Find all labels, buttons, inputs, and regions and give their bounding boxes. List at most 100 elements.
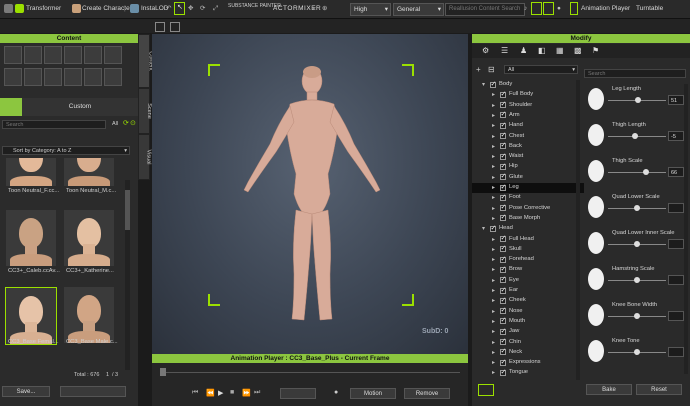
record-icon[interactable]: ● <box>557 3 561 15</box>
step-back-icon[interactable]: ⏪ <box>206 389 215 397</box>
slider-value-field[interactable] <box>668 239 684 249</box>
category-tile[interactable] <box>24 46 42 64</box>
play-icon[interactable]: ▶ <box>218 389 223 397</box>
slider-scrollbar[interactable] <box>684 84 688 374</box>
slider-thumb[interactable] <box>634 205 640 211</box>
content-thumbnail[interactable] <box>6 158 56 186</box>
morph-slider[interactable]: Hamstring Scale <box>584 264 684 300</box>
step-forward-icon[interactable]: ⏩ <box>242 389 251 397</box>
slider-thumb[interactable] <box>634 349 640 355</box>
slider-value-field[interactable] <box>668 347 684 357</box>
morph-slider[interactable]: Knee Tone <box>584 336 684 372</box>
skip-end-icon[interactable]: ⏭ <box>254 389 260 397</box>
attribute-tab-icon[interactable]: ⚙ <box>482 46 489 55</box>
view-icon[interactable] <box>155 22 165 32</box>
content-thumbnail-selected[interactable] <box>5 287 57 345</box>
timeline-playhead[interactable] <box>160 368 166 376</box>
bake-button[interactable]: Bake <box>586 384 632 395</box>
motion-tab-icon[interactable]: ⚑ <box>592 46 599 55</box>
category-tile[interactable] <box>44 68 62 86</box>
instalod-icon[interactable] <box>130 4 139 13</box>
slider-value-field[interactable] <box>668 311 684 321</box>
record-motion-icon[interactable]: ● <box>334 389 338 396</box>
select-icon[interactable] <box>4 4 13 13</box>
slider-track[interactable] <box>608 172 666 173</box>
morph-search-input[interactable]: Search <box>584 69 686 78</box>
content-search-input[interactable]: Search <box>2 120 106 129</box>
motion-button[interactable]: Motion <box>350 388 396 399</box>
remove-button[interactable]: Remove <box>404 388 450 399</box>
stop-icon[interactable]: ■ <box>230 389 234 396</box>
turntable-tab[interactable]: Turntable <box>636 3 663 15</box>
camera-icon[interactable]: ⌖ <box>312 3 316 15</box>
sliders-tab-icon[interactable]: ☰ <box>501 46 508 55</box>
layout-dropdown[interactable]: General ▾ <box>393 3 444 16</box>
morph-slider[interactable]: Thigh Scale 66 <box>584 156 684 192</box>
grid-icon[interactable] <box>170 22 180 32</box>
zoom-icon[interactable]: ⊕ <box>322 3 327 15</box>
instalod-button[interactable]: InstaLOD <box>141 3 168 15</box>
category-tile[interactable] <box>4 46 22 64</box>
category-tile[interactable] <box>104 46 122 64</box>
add-icon[interactable]: + <box>476 65 481 74</box>
material-tab-icon[interactable]: ◧ <box>538 46 546 55</box>
slider-value-field[interactable] <box>668 203 684 213</box>
preview-button[interactable] <box>543 2 554 15</box>
frame-field[interactable] <box>280 388 316 399</box>
category-tile[interactable] <box>24 68 42 86</box>
morph-slider[interactable]: Leg Length 51 <box>584 84 684 120</box>
category-tile[interactable] <box>44 46 62 64</box>
move-icon[interactable]: ✥ <box>188 3 193 15</box>
content-scrollbar[interactable] <box>125 180 130 370</box>
category-tile[interactable] <box>104 68 122 86</box>
slider-thumb[interactable] <box>634 241 640 247</box>
rotate-icon[interactable]: ⟳ <box>200 3 205 15</box>
secondary-button[interactable] <box>60 386 126 397</box>
slider-value-field[interactable]: -5 <box>668 131 684 141</box>
slider-thumb[interactable] <box>634 277 640 283</box>
category-tile[interactable] <box>84 68 102 86</box>
skip-start-icon[interactable]: ⏮ <box>192 389 198 397</box>
slider-thumb[interactable] <box>632 133 639 139</box>
category-tile[interactable] <box>4 68 22 86</box>
content-thumbnail[interactable] <box>64 210 114 266</box>
morph-slider[interactable]: Quad Lower Scale <box>584 192 684 228</box>
tab-visual-vertical[interactable]: Visual <box>138 134 151 180</box>
select-mode-button[interactable]: ↖ <box>174 2 185 15</box>
slider-value-field[interactable]: 66 <box>668 167 684 177</box>
category-tile[interactable] <box>64 46 82 64</box>
transformer-button[interactable]: Transformer <box>26 3 61 15</box>
tab-scene-vertical[interactable]: Scene <box>138 88 152 134</box>
slider-thumb[interactable] <box>643 169 650 175</box>
quality-dropdown[interactable]: High ▾ <box>350 3 391 16</box>
slider-thumb[interactable] <box>634 97 641 103</box>
create-character-icon[interactable] <box>72 4 81 13</box>
tab-template[interactable] <box>0 98 22 116</box>
slider-value-field[interactable] <box>668 275 684 285</box>
texture-tab-icon[interactable]: ▦ <box>556 46 564 55</box>
save-button[interactable]: Save... <box>2 386 50 397</box>
morph-slider[interactable]: Thigh Length -5 <box>584 120 684 156</box>
3d-viewport[interactable]: SubD: 0 <box>152 34 468 354</box>
expand-icon[interactable]: ⊙ <box>130 119 136 127</box>
content-thumbnail[interactable] <box>6 210 56 266</box>
slider-value-field[interactable]: 51 <box>668 95 684 105</box>
timeline-track[interactable] <box>160 372 460 373</box>
refresh-icon[interactable]: ⟳ <box>123 119 129 127</box>
morph-slider[interactable]: Knee Bone Width <box>584 300 684 336</box>
category-tile[interactable] <box>84 46 102 64</box>
checker-tab-icon[interactable]: ▩ <box>574 46 582 55</box>
animation-player-tab[interactable]: Animation Player <box>581 3 630 15</box>
tab-custom[interactable]: Custom <box>22 98 138 116</box>
morph-slider[interactable]: Quad Lower Inner Scale <box>584 228 684 264</box>
content-thumbnail[interactable] <box>64 158 114 186</box>
category-tile[interactable] <box>64 68 82 86</box>
morph-tab-icon[interactable]: ♟ <box>520 46 527 55</box>
scrollbar-thumb[interactable] <box>125 190 130 230</box>
tab-content-vertical[interactable]: Content <box>138 34 154 88</box>
character-model[interactable] <box>212 64 412 324</box>
undo-icon[interactable]: ↶ <box>166 3 171 15</box>
sort-dropdown[interactable]: Sort by Category: A to Z ▾ <box>2 146 130 155</box>
reset-button[interactable]: Reset <box>636 384 682 395</box>
render-button[interactable] <box>531 2 542 15</box>
